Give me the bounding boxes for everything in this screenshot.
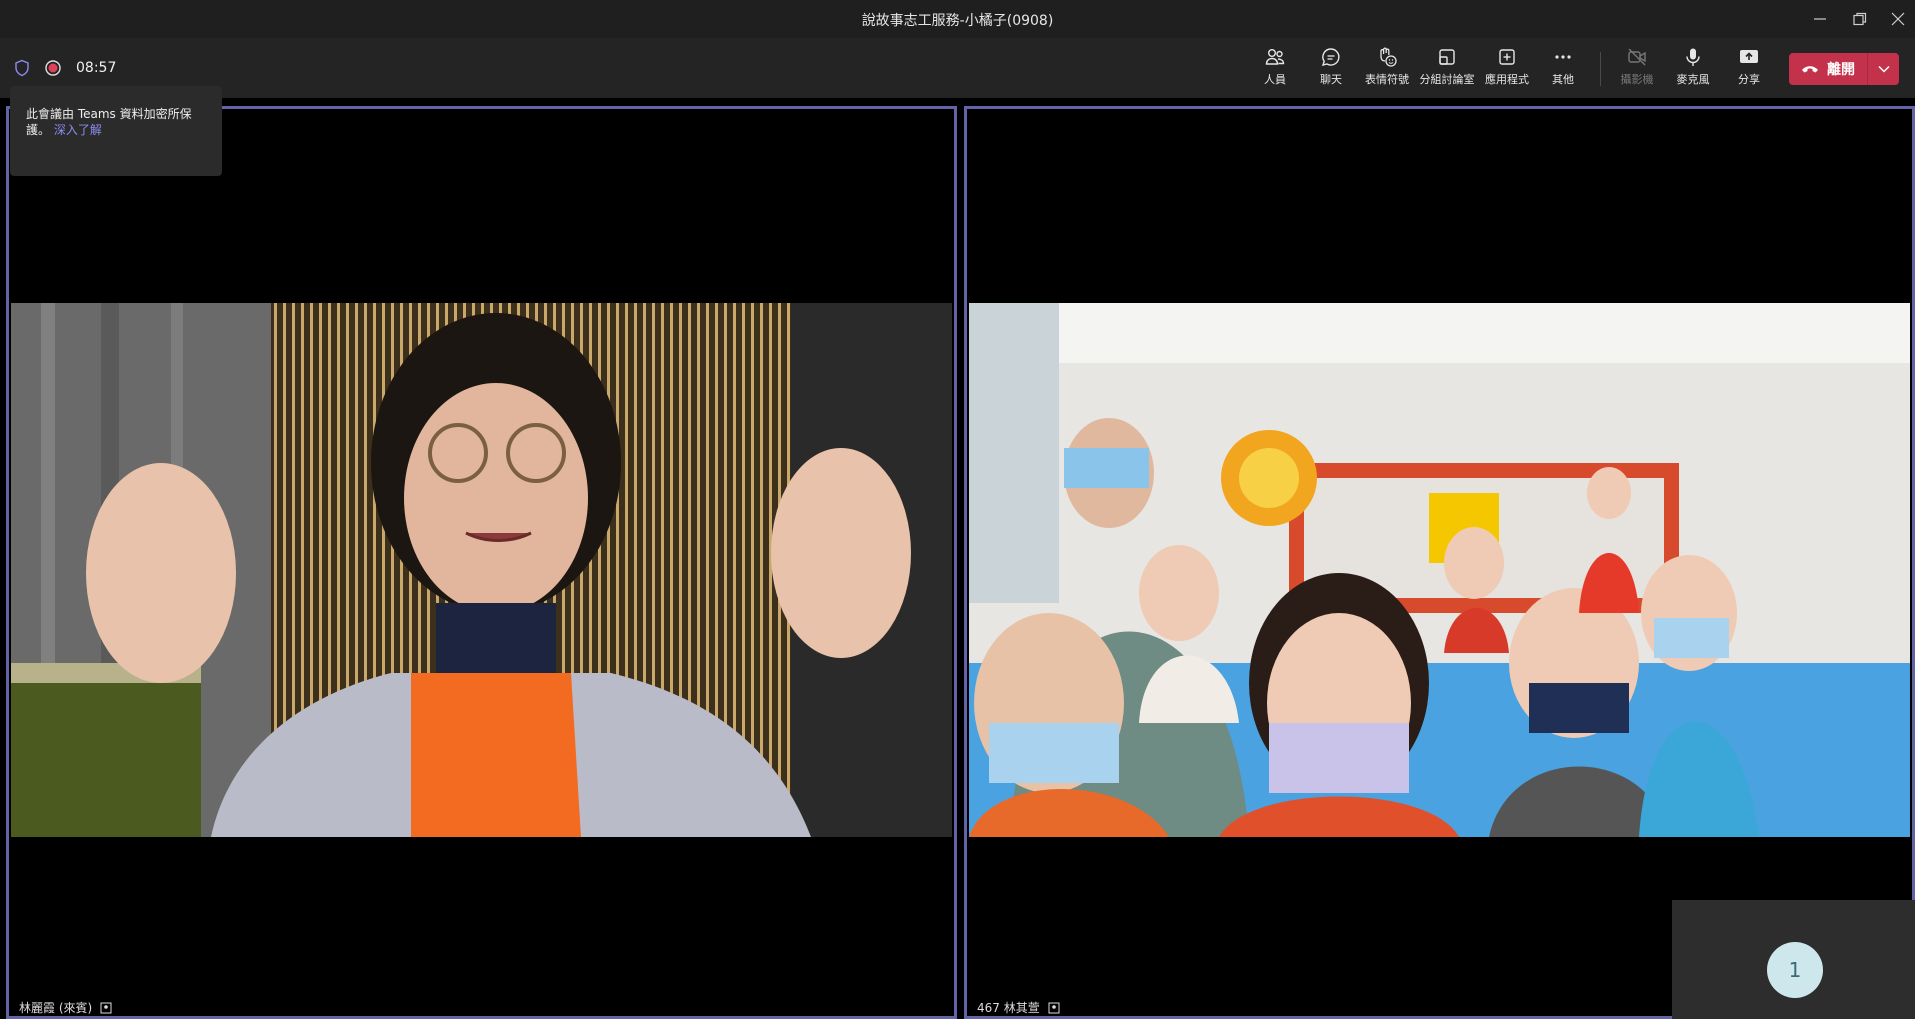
participant-tile-right[interactable]: 467 林其萱 [964, 106, 1915, 1019]
mic-button[interactable]: 麥克風 [1663, 46, 1723, 92]
presenter-icon [1048, 1002, 1060, 1013]
more-icon [1555, 55, 1571, 59]
recording-icon [45, 60, 61, 76]
chat-button[interactable]: 聊天 [1301, 46, 1361, 92]
reactions-icon [1380, 47, 1397, 67]
shield-icon[interactable] [14, 59, 30, 77]
people-icon [1265, 49, 1285, 65]
participant-name-left: 林麗霞 (來賓) [19, 999, 112, 1016]
people-button[interactable]: 人員 [1245, 46, 1305, 92]
leave-button[interactable]: 離開 [1789, 53, 1899, 85]
self-view[interactable]: 1 [1672, 900, 1915, 1019]
more-button[interactable]: 其他 [1533, 46, 1593, 92]
reactions-button[interactable]: 表情符號 [1357, 46, 1417, 92]
participant-video-right [969, 303, 1910, 837]
breakout-rooms-icon [1439, 49, 1455, 65]
meeting-toolbar: 08:57 人員 聊天 表情符號 分組討論室 應用程式 其他 攝影機 麥克風 分… [0, 38, 1915, 98]
close-icon[interactable] [1878, 0, 1915, 38]
camera-button[interactable]: 攝影機 [1607, 46, 1667, 92]
chevron-down-icon [1877, 65, 1890, 73]
participant-tile-left[interactable]: 林麗霞 (來賓) [6, 106, 957, 1019]
learn-more-link[interactable]: 深入了解 [54, 123, 102, 137]
hang-up-icon [1802, 66, 1818, 73]
encryption-tooltip-text: 此會議由 Teams 資料加密所保護。 [26, 107, 192, 137]
share-button[interactable]: 分享 [1719, 46, 1779, 92]
avatar: 1 [1767, 942, 1823, 998]
camera-off-icon [1628, 48, 1646, 66]
participant-video-left [11, 303, 952, 837]
participant-name-right: 467 林其萱 [977, 999, 1060, 1016]
presenter-icon [100, 1002, 112, 1013]
encryption-tooltip: 此會議由 Teams 資料加密所保護。 深入了解 [10, 86, 222, 176]
leave-main-button[interactable]: 離開 [1789, 53, 1867, 85]
title-bar: 說故事志工服務-小橘子(0908) [0, 0, 1915, 38]
add-app-icon [1499, 49, 1515, 65]
toolbar-divider [1600, 52, 1601, 86]
share-screen-icon [1740, 50, 1758, 63]
breakout-rooms-button[interactable]: 分組討論室 [1417, 46, 1477, 92]
restore-icon[interactable] [1840, 0, 1880, 38]
meeting-timer: 08:57 [76, 60, 117, 76]
window-title: 說故事志工服務-小橘子(0908) [861, 13, 1054, 29]
leave-options-button[interactable] [1868, 53, 1899, 85]
minimize-icon[interactable] [1800, 0, 1840, 38]
chat-icon [1321, 48, 1340, 66]
microphone-icon [1686, 48, 1700, 66]
apps-button[interactable]: 應用程式 [1477, 46, 1537, 92]
